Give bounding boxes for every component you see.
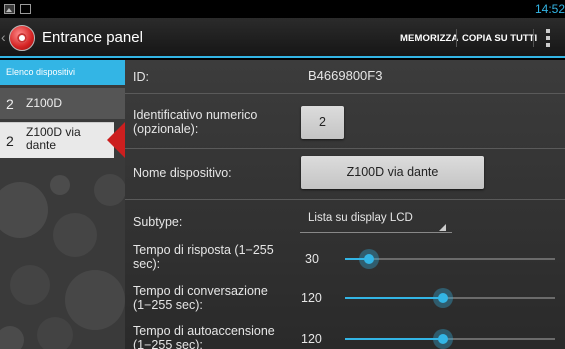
selection-arrow-icon bbox=[107, 122, 125, 158]
spinner-underline bbox=[300, 232, 452, 233]
device-name-button[interactable]: Z100D via dante bbox=[301, 156, 484, 189]
auto-on-time-value: 120 bbox=[301, 332, 322, 346]
device-number: 2 bbox=[6, 96, 14, 112]
gallery-notification-icon bbox=[4, 4, 15, 14]
numeric-id-button[interactable]: 2 bbox=[301, 106, 344, 139]
device-list-header: Elenco dispositivi bbox=[0, 60, 125, 85]
app-title[interactable]: Entrance panel bbox=[42, 29, 143, 46]
id-value: B4669800F3 bbox=[308, 68, 383, 83]
id-label: ID: bbox=[133, 70, 149, 84]
device-list-item[interactable]: 2 Z100D bbox=[0, 88, 125, 119]
row-divider bbox=[125, 93, 565, 94]
device-name: Z100D via dante bbox=[26, 125, 81, 152]
numeric-id-label: Identificativo numerico (opzionale): bbox=[133, 108, 258, 136]
device-list-pane: Elenco dispositivi 2 Z100D 2 Z100D via d… bbox=[0, 60, 125, 349]
response-time-label: Tempo di risposta (1−255 sec): bbox=[133, 243, 274, 271]
slider-fill bbox=[345, 338, 443, 340]
conversation-time-slider[interactable] bbox=[345, 288, 555, 308]
slider-thumb[interactable] bbox=[433, 329, 453, 349]
spinner-caret-icon bbox=[439, 224, 446, 231]
device-details-pane: ID: B4669800F3 Identificativo numerico (… bbox=[125, 60, 565, 349]
auto-on-time-label: Tempo di autoaccensione (1−255 sec): bbox=[133, 324, 275, 349]
auto-on-time-slider[interactable] bbox=[345, 329, 555, 349]
response-time-value: 30 bbox=[305, 252, 319, 266]
subtype-spinner[interactable]: Lista su display LCD bbox=[308, 212, 450, 232]
overflow-menu-icon[interactable] bbox=[546, 29, 550, 47]
action-divider bbox=[456, 29, 457, 47]
conversation-time-label: Tempo di conversazione (1−255 sec): bbox=[133, 284, 268, 312]
device-name-label: Nome dispositivo: bbox=[133, 166, 232, 180]
row-divider bbox=[125, 148, 565, 149]
message-notification-icon bbox=[20, 4, 31, 14]
subtype-label: Subtype: bbox=[133, 215, 183, 229]
action-divider bbox=[533, 29, 534, 47]
action-bar: ‹ Entrance panel MEMORIZZA COPIA SU TUTT… bbox=[0, 18, 565, 58]
slider-thumb[interactable] bbox=[433, 288, 453, 308]
response-time-slider[interactable] bbox=[345, 249, 555, 269]
slider-fill bbox=[345, 297, 443, 299]
device-list-item-selected[interactable]: 2 Z100D via dante bbox=[0, 122, 114, 158]
status-clock: 14:52 bbox=[534, 2, 565, 16]
status-bar: 14:52 bbox=[0, 0, 565, 18]
slider-thumb[interactable] bbox=[359, 249, 379, 269]
app-logo-icon[interactable] bbox=[9, 25, 35, 51]
row-divider bbox=[125, 199, 565, 200]
device-number: 2 bbox=[6, 133, 14, 149]
device-name: Z100D bbox=[26, 96, 63, 110]
save-button[interactable]: MEMORIZZA bbox=[400, 33, 458, 44]
conversation-time-value: 120 bbox=[301, 291, 322, 305]
copy-to-all-button[interactable]: COPIA SU TUTTI bbox=[462, 33, 537, 44]
